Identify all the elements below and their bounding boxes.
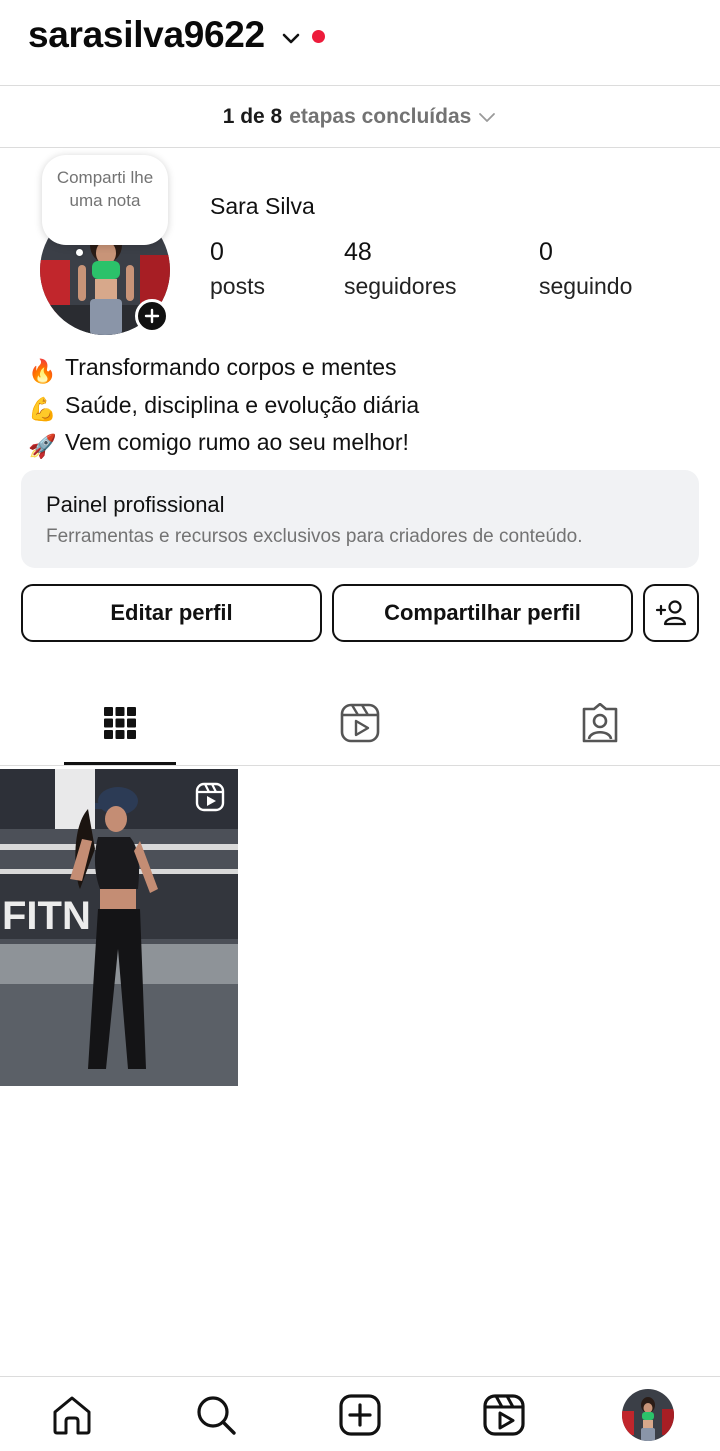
nav-reels[interactable]	[480, 1391, 528, 1439]
bottom-navigation	[0, 1376, 720, 1451]
tab-grid[interactable]	[64, 680, 176, 766]
bio-line: 💪 Saúde, disciplina e evolução diária	[28, 389, 419, 427]
home-icon	[53, 1396, 91, 1435]
stat-label: posts	[210, 273, 265, 299]
grid-icon	[104, 707, 136, 739]
bio-line: 🔥 Transformando corpos e mentes	[28, 351, 419, 389]
stat-label: seguindo	[539, 273, 633, 299]
note-text: Comparti lhe uma nota	[56, 168, 154, 210]
panel-title: Painel profissional	[46, 492, 225, 517]
professional-dashboard-card[interactable]: Painel profissional Ferramentas e recurs…	[21, 470, 699, 568]
share-profile-button[interactable]: Compartilhar perfil	[332, 584, 633, 642]
notification-dot	[312, 30, 325, 43]
plus-square-icon	[339, 1394, 381, 1436]
nav-home[interactable]	[48, 1391, 96, 1439]
post-image: FITN	[0, 769, 238, 1086]
profile-content-tabs	[0, 680, 720, 766]
post-thumbnail[interactable]: FITN	[0, 769, 238, 1086]
search-icon	[197, 1396, 236, 1435]
reels-icon	[483, 1394, 525, 1436]
bio-text: Transformando corpos e mentes	[65, 354, 397, 380]
bio-text: Vem comigo rumo ao seu melhor!	[65, 429, 409, 455]
stat-value: 0	[210, 238, 224, 266]
note-bubble-tail	[76, 249, 83, 256]
svg-text:FITN: FITN	[2, 894, 91, 938]
reels-icon	[340, 703, 380, 743]
discover-people-button[interactable]	[643, 584, 699, 642]
tab-reels[interactable]	[304, 680, 416, 766]
panel-subtitle: Ferramentas e recursos exclusivos para c…	[46, 526, 583, 547]
add-person-icon	[655, 600, 687, 626]
stat-posts[interactable]: 0 posts	[210, 238, 265, 300]
stat-followers[interactable]: 48 seguidores	[344, 238, 457, 300]
flexed-biceps-emoji: 💪	[28, 395, 57, 422]
account-username[interactable]: sarasilva9622	[28, 14, 265, 56]
active-tab-indicator	[64, 762, 176, 765]
nav-create[interactable]	[336, 1391, 384, 1439]
steps-label: etapas concluídas	[289, 105, 472, 128]
stat-value: 0	[539, 238, 553, 266]
nav-profile-avatar[interactable]	[622, 1389, 674, 1441]
bio-line: 🚀 Vem comigo rumo ao seu melhor!	[28, 426, 419, 464]
reel-badge-icon	[195, 782, 225, 812]
add-story-button[interactable]	[135, 299, 169, 333]
top-bar: sarasilva9622	[0, 0, 720, 86]
nav-search[interactable]	[192, 1391, 240, 1439]
edit-profile-button[interactable]: Editar perfil	[21, 584, 322, 642]
stat-following[interactable]: 0 seguindo	[539, 238, 632, 300]
stat-label: seguidores	[344, 273, 457, 299]
profile-full-name: Sara Silva	[210, 193, 315, 219]
tab-tagged[interactable]	[544, 680, 656, 766]
fire-emoji: 🔥	[28, 358, 57, 384]
note-bubble[interactable]: Comparti lhe uma nota	[42, 155, 168, 245]
tagged-person-icon	[582, 703, 618, 743]
chevron-down-icon[interactable]	[279, 26, 303, 50]
rocket-emoji: 🚀	[28, 433, 57, 459]
plus-icon	[144, 308, 160, 324]
steps-count: 1 de 8	[222, 105, 283, 128]
onboarding-steps-banner[interactable]: 1 de 8 etapas concluídas	[0, 87, 720, 148]
bio-text: Saúde, disciplina e evolução diária	[65, 391, 420, 418]
chevron-down-icon	[479, 113, 496, 122]
profile-bio: 🔥 Transformando corpos e mentes 💪 Saúde, d…	[28, 351, 419, 464]
stat-value: 48	[344, 238, 372, 266]
